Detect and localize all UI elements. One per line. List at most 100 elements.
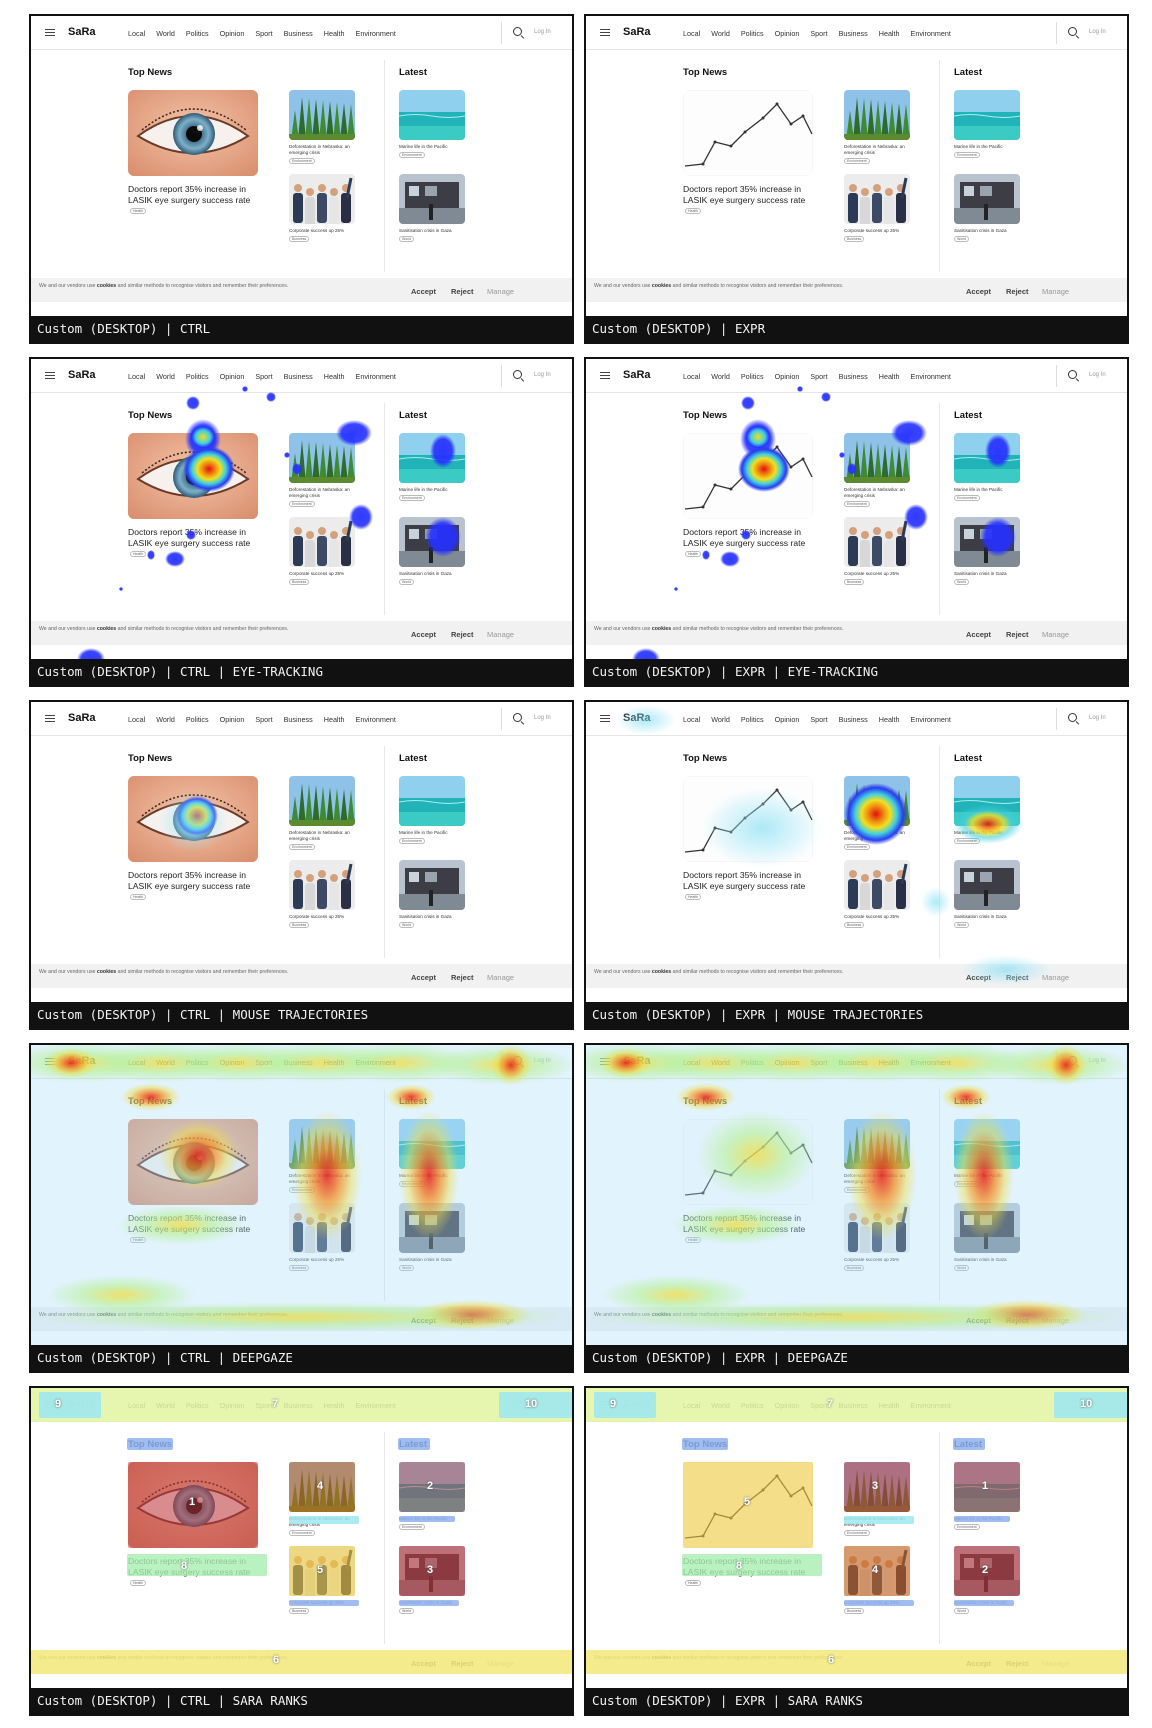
thumb-marine-caption[interactable]: Marine life in the Pacific [954,144,1028,150]
login-link[interactable]: Log In [534,1058,551,1064]
thumb-corporate-caption[interactable]: Corporate success up 25% [289,571,363,577]
thumb-deforestation-image[interactable] [844,1462,910,1512]
accept-button[interactable]: Accept [411,287,436,296]
nav-link-business[interactable]: Business [284,1401,313,1410]
search-icon[interactable] [1068,1056,1077,1065]
search-icon[interactable] [513,713,522,722]
nav-link-environment[interactable]: Environment [911,29,951,38]
thumb-marine-tag[interactable]: Environment [954,838,980,844]
nav-link-business[interactable]: Business [284,29,313,38]
nav-link-health[interactable]: Health [324,372,345,381]
accept-button[interactable]: Accept [966,1316,991,1325]
main-eye-image[interactable] [128,90,258,176]
thumb-gaza-tag[interactable]: World [399,236,415,242]
search-icon[interactable] [513,1056,522,1065]
thumb-marine-image[interactable] [954,776,1020,826]
thumb-corporate-tag[interactable]: Business [844,1608,865,1614]
thumb-marine-caption[interactable]: Marine life in the Pacific [954,830,1028,836]
thumb-corporate-caption[interactable]: Corporate success up 25% [844,228,918,234]
thumb-deforestation-caption[interactable]: Deforestation in Nebraska: an emerging c… [289,830,363,842]
login-link[interactable]: Log In [534,1401,551,1407]
nav-link-local[interactable]: Local [128,372,145,381]
thumb-gaza-caption[interactable]: Sanitisation crisis in Gaza [954,1600,1028,1606]
thumb-marine-tag[interactable]: Environment [399,1524,425,1530]
main-headline[interactable]: Doctors report 35% increase in LASIK eye… [128,184,268,206]
nav-link-opinion[interactable]: Opinion [220,1401,245,1410]
nav-link-sport[interactable]: Sport [255,372,272,381]
nav-link-local[interactable]: Local [128,1058,145,1067]
nav-link-business[interactable]: Business [284,372,313,381]
thumb-corporate-tag[interactable]: Business [289,236,310,242]
nav-link-business[interactable]: Business [839,1401,868,1410]
thumb-gaza-tag[interactable]: World [399,922,415,928]
menu-icon[interactable] [45,29,55,36]
menu-icon[interactable] [45,1058,55,1065]
thumb-marine-tag[interactable]: Environment [954,152,980,158]
nav-link-environment[interactable]: Environment [356,1401,396,1410]
main-chart-image[interactable] [683,776,813,862]
nav-link-politics[interactable]: Politics [741,715,764,724]
login-link[interactable]: Log In [1089,372,1106,378]
site-logo[interactable]: SaRa [68,1055,96,1067]
nav-link-opinion[interactable]: Opinion [220,1058,245,1067]
main-chart-image[interactable] [683,90,813,176]
thumb-gaza-caption[interactable]: Sanitisation crisis in Gaza [399,571,473,577]
nav-link-environment[interactable]: Environment [356,715,396,724]
nav-link-local[interactable]: Local [683,29,700,38]
nav-link-politics[interactable]: Politics [186,1058,209,1067]
nav-link-business[interactable]: Business [839,1058,868,1067]
main-eye-image[interactable] [128,1462,258,1548]
thumb-gaza-tag[interactable]: World [954,922,970,928]
nav-link-local[interactable]: Local [683,715,700,724]
nav-link-opinion[interactable]: Opinion [220,372,245,381]
thumb-gaza-caption[interactable]: Sanitisation crisis in Gaza [399,914,473,920]
search-icon[interactable] [513,27,522,36]
manage-button[interactable]: Manage [1042,287,1069,296]
reject-button[interactable]: Reject [1006,630,1029,639]
thumb-gaza-image[interactable] [399,1203,465,1253]
accept-button[interactable]: Accept [966,973,991,982]
thumb-deforestation-tag[interactable]: Environment [289,501,315,507]
thumb-gaza-caption[interactable]: Sanitisation crisis in Gaza [954,228,1028,234]
nav-link-sport[interactable]: Sport [255,1058,272,1067]
nav-link-sport[interactable]: Sport [810,1401,827,1410]
thumb-corporate-tag[interactable]: Business [844,922,865,928]
nav-link-opinion[interactable]: Opinion [775,715,800,724]
thumb-corporate-caption[interactable]: Corporate success up 25% [289,1257,363,1263]
manage-button[interactable]: Manage [487,1316,514,1325]
menu-icon[interactable] [600,29,610,36]
thumb-gaza-image[interactable] [954,1546,1020,1596]
manage-button[interactable]: Manage [487,973,514,982]
thumb-corporate-image[interactable] [844,1203,910,1253]
nav-link-sport[interactable]: Sport [810,1058,827,1067]
thumb-marine-tag[interactable]: Environment [954,495,980,501]
thumb-marine-tag[interactable]: Environment [399,838,425,844]
site-logo[interactable]: SaRa [68,1398,96,1410]
nav-link-environment[interactable]: Environment [356,29,396,38]
thumb-deforestation-caption[interactable]: Deforestation in Nebraska: an emerging c… [289,1173,363,1185]
main-tag[interactable]: Health [685,551,702,557]
thumb-deforestation-caption[interactable]: Deforestation in Nebraska: an emerging c… [844,1173,918,1185]
thumb-marine-tag[interactable]: Environment [954,1181,980,1187]
thumb-gaza-image[interactable] [954,1203,1020,1253]
thumb-corporate-caption[interactable]: Corporate success up 25% [844,914,918,920]
thumb-gaza-image[interactable] [954,860,1020,910]
thumb-gaza-image[interactable] [954,517,1020,567]
nav-link-opinion[interactable]: Opinion [220,715,245,724]
nav-link-sport[interactable]: Sport [255,29,272,38]
accept-button[interactable]: Accept [411,1659,436,1668]
thumb-marine-image[interactable] [954,1119,1020,1169]
thumb-deforestation-image[interactable] [289,433,355,483]
main-chart-image[interactable] [683,1462,813,1548]
thumb-corporate-caption[interactable]: Corporate success up 25% [844,1600,918,1606]
thumb-corporate-image[interactable] [289,860,355,910]
menu-icon[interactable] [600,1058,610,1065]
manage-button[interactable]: Manage [487,1659,514,1668]
thumb-marine-caption[interactable]: Marine life in the Pacific [399,1516,473,1522]
thumb-deforestation-image[interactable] [289,90,355,140]
manage-button[interactable]: Manage [1042,973,1069,982]
thumb-marine-caption[interactable]: Marine life in the Pacific [954,1173,1028,1179]
thumb-gaza-image[interactable] [399,860,465,910]
thumb-gaza-tag[interactable]: World [399,579,415,585]
thumb-marine-image[interactable] [399,90,465,140]
